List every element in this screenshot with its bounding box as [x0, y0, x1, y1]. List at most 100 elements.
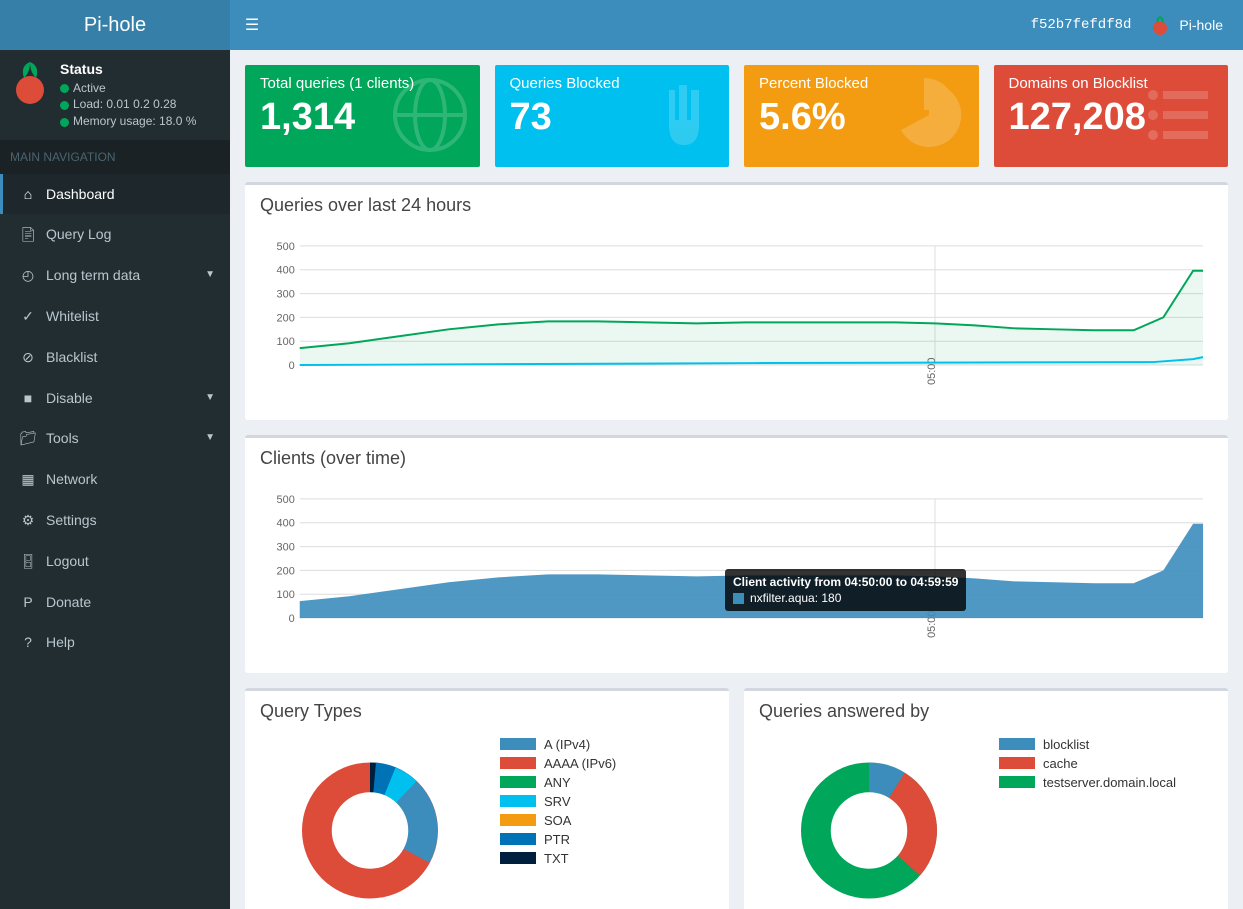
dot-icon — [60, 84, 69, 93]
svg-text:500: 500 — [277, 241, 295, 253]
swatch-icon — [500, 757, 536, 769]
swatch-icon — [999, 776, 1035, 788]
chevron-down-icon: ▼ — [205, 269, 215, 280]
logout-icon: 🚪︎ — [18, 553, 38, 570]
swatch-icon — [500, 852, 536, 864]
bars-icon: ☰ — [245, 15, 259, 35]
logo-text: Pi-hole — [84, 14, 146, 37]
panel-title: Clients (over time) — [245, 438, 1228, 479]
legend-item[interactable]: cache — [999, 756, 1176, 771]
ban-icon: ⊘ — [18, 349, 38, 366]
status-panel: Status Active Load: 0.01 0.2 0.28 Memory… — [0, 50, 230, 140]
list-icon — [1138, 75, 1218, 155]
gear-icon: ⚙ — [18, 512, 38, 529]
check-icon: ✓ — [18, 308, 38, 325]
status-active: Active — [60, 80, 196, 97]
nav-header: MAIN NAVIGATION — [0, 140, 230, 174]
swatch-icon — [500, 833, 536, 845]
legend-item[interactable]: PTR — [500, 832, 616, 847]
sidebar-item-label: Disable — [46, 390, 93, 406]
query-types-donut[interactable] — [260, 737, 480, 907]
answered-by-legend: blocklist cache testserver.domain.local — [999, 737, 1176, 794]
queries-24h-chart[interactable]: 5004003002001000 05:00 — [260, 236, 1213, 405]
piechart-icon — [889, 75, 969, 155]
globe-icon — [390, 75, 470, 155]
sidebar-item-tools[interactable]: 📁︎ Tools ▼ — [0, 418, 230, 459]
legend-item[interactable]: ANY — [500, 775, 616, 790]
dot-icon — [60, 101, 69, 110]
swatch-icon — [500, 776, 536, 788]
legend-item[interactable]: AAAA (IPv6) — [500, 756, 616, 771]
logo[interactable]: Pi-hole — [0, 0, 230, 50]
panel-title: Query Types — [245, 691, 729, 732]
main-content: Total queries (1 clients) 1,314 Queries … — [230, 50, 1243, 909]
sidebar: Status Active Load: 0.01 0.2 0.28 Memory… — [0, 50, 230, 909]
sidebar-item-whitelist[interactable]: ✓ Whitelist — [0, 296, 230, 337]
svg-text:200: 200 — [277, 312, 295, 324]
stat-percent-blocked[interactable]: Percent Blocked 5.6% — [744, 65, 979, 167]
legend-item[interactable]: TXT — [500, 851, 616, 866]
stop-icon: ■ — [18, 390, 38, 406]
sidebar-item-longterm[interactable]: ◴ Long term data ▼ — [0, 255, 230, 296]
stat-domains-blocklist[interactable]: Domains on Blocklist 127,208 — [994, 65, 1229, 167]
swatch-icon — [999, 738, 1035, 750]
sidebar-item-label: Whitelist — [46, 308, 99, 324]
sidebar-item-label: Donate — [46, 594, 91, 610]
svg-text:300: 300 — [277, 289, 295, 301]
svg-text:0: 0 — [289, 613, 295, 625]
sidebar-toggle[interactable]: ☰ — [230, 0, 274, 50]
swatch-icon — [999, 757, 1035, 769]
answered-by-donut[interactable] — [759, 737, 979, 907]
sidebar-item-label: Blacklist — [46, 349, 97, 365]
panel-query-types: Query Types A (IPv4) AAAA (IPv6) ANY — [245, 688, 729, 909]
panel-title: Queries over last 24 hours — [245, 185, 1228, 226]
panel-queries-24h: Queries over last 24 hours 5004003002001… — [245, 182, 1228, 420]
svg-text:200: 200 — [277, 565, 295, 577]
clock-icon: ◴ — [18, 267, 38, 284]
header-brand[interactable]: Pi-hole — [1149, 14, 1223, 36]
tooltip-title: Client activity from 04:50:00 to 04:59:5… — [733, 575, 958, 589]
chevron-down-icon: ▼ — [205, 432, 215, 443]
network-icon: ▦ — [18, 471, 38, 488]
svg-text:300: 300 — [277, 541, 295, 553]
sidebar-item-querylog[interactable]: 📄︎ Query Log — [0, 214, 230, 255]
sidebar-item-settings[interactable]: ⚙ Settings — [0, 500, 230, 541]
sidebar-item-dashboard[interactable]: ⌂Dashboard — [0, 174, 230, 214]
sidebar-item-label: Tools — [46, 430, 79, 446]
sidebar-item-help[interactable]: ?Help — [0, 622, 230, 662]
legend-item[interactable]: blocklist — [999, 737, 1176, 752]
legend-item[interactable]: SOA — [500, 813, 616, 828]
chart-tooltip: Client activity from 04:50:00 to 04:59:5… — [725, 569, 966, 611]
folder-icon: 📁︎ — [18, 430, 38, 447]
home-icon: ⌂ — [18, 186, 38, 202]
question-icon: ? — [18, 634, 38, 650]
panel-title: Queries answered by — [744, 691, 1228, 732]
pihole-logo-icon — [10, 60, 50, 105]
sidebar-item-donate[interactable]: P Donate — [0, 582, 230, 622]
sidebar-item-label: Query Log — [46, 226, 111, 242]
status-title: Status — [60, 60, 196, 80]
tooltip-line: nxfilter.aqua: 180 — [733, 591, 958, 605]
sidebar-item-logout[interactable]: 🚪︎Logout — [0, 541, 230, 582]
legend-item[interactable]: A (IPv4) — [500, 737, 616, 752]
swatch-icon — [500, 738, 536, 750]
stat-queries-blocked[interactable]: Queries Blocked 73 — [495, 65, 730, 167]
sidebar-item-network[interactable]: ▦Network — [0, 459, 230, 500]
legend-item[interactable]: SRV — [500, 794, 616, 809]
swatch-icon — [733, 593, 744, 604]
panel-answered-by: Queries answered by blocklist cache test… — [744, 688, 1228, 909]
file-icon: 📄︎ — [18, 226, 38, 243]
paypal-icon: P — [18, 594, 38, 610]
panel-clients-over-time: Clients (over time) 5004003002001000 05:… — [245, 435, 1228, 673]
stat-total-queries[interactable]: Total queries (1 clients) 1,314 — [245, 65, 480, 167]
sidebar-item-disable[interactable]: ■Disable▼ — [0, 378, 230, 418]
hand-icon — [639, 75, 719, 155]
top-header: Pi-hole ☰ f52b7fefdf8d Pi-hole — [0, 0, 1243, 50]
svg-text:500: 500 — [277, 494, 295, 506]
status-memory: Memory usage: 18.0 % — [60, 113, 196, 130]
brand-text: Pi-hole — [1179, 17, 1223, 33]
legend-item[interactable]: testserver.domain.local — [999, 775, 1176, 790]
sidebar-item-label: Long term data — [46, 267, 140, 283]
sidebar-item-label: Settings — [46, 512, 97, 528]
sidebar-item-blacklist[interactable]: ⊘ Blacklist — [0, 337, 230, 378]
